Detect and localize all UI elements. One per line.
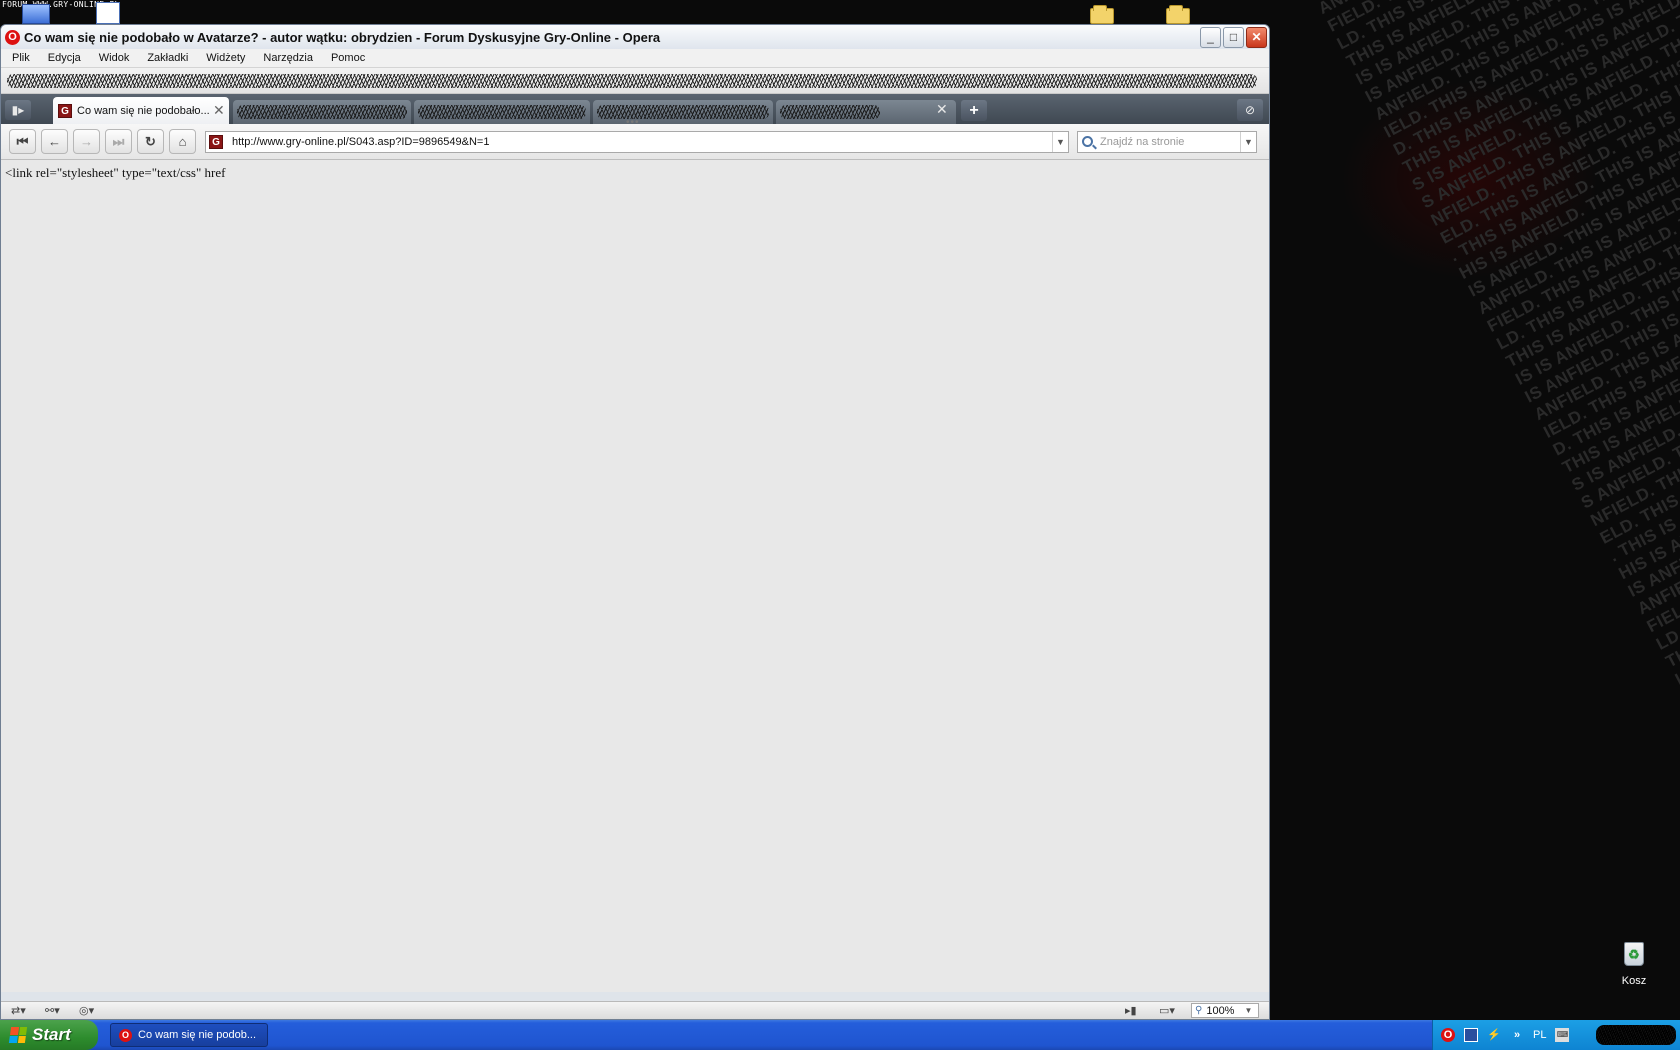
redaction-scribble — [597, 105, 769, 119]
tab-background-redacted[interactable] — [414, 100, 590, 124]
browser-window: O Co wam się nie podobało w Avatarze? - … — [0, 24, 1270, 1020]
window-title: Co wam się nie podobało w Avatarze? - au… — [24, 29, 661, 45]
address-dropdown-icon[interactable]: ▼ — [1052, 131, 1068, 152]
menu-pomoc[interactable]: Pomoc — [331, 52, 365, 64]
zoom-control[interactable]: ⚲ 100% ▼ — [1191, 1003, 1259, 1018]
system-tray: O ⚡ » PL ⌨ — [1432, 1020, 1680, 1050]
zoom-dropdown-icon[interactable]: ▼ — [1244, 1006, 1252, 1015]
view-mode-icon[interactable]: ▭▾ — [1159, 1004, 1175, 1017]
close-button[interactable]: ✕ — [1246, 27, 1267, 48]
recycle-arrow-icon: ♻ — [1628, 947, 1640, 962]
search-input[interactable]: Znajdź na stronie ▼ — [1077, 130, 1257, 153]
menu-narzedzia[interactable]: Narzędzia — [263, 52, 313, 64]
redaction-scribble — [237, 105, 407, 119]
page-content: <link rel="stylesheet" type="text/css" h… — [1, 160, 1269, 992]
fast-forward-button[interactable]: ⏭ — [105, 129, 132, 154]
rewind-button[interactable]: ⏮ — [9, 129, 36, 154]
tab-bar: ▮▸ G Co wam się nie podobało... ✕ ✕ + ⊘ … — [1, 94, 1269, 128]
search-icon — [1082, 136, 1093, 147]
menu-widok[interactable]: Widok — [99, 52, 130, 64]
recycle-bin-icon[interactable]: ♻ — [1618, 938, 1650, 970]
bookmarks-bar-redacted[interactable] — [1, 68, 1269, 94]
folder-icon[interactable] — [1090, 5, 1114, 24]
zoom-icon: ⚲ — [1195, 1005, 1203, 1016]
taskbar: Start O Co wam się nie podob... O ⚡ » PL… — [0, 1020, 1680, 1050]
unite-icon[interactable]: ⚯▾ — [45, 1004, 60, 1017]
gry-online-favicon-icon: G — [58, 103, 72, 118]
wand-icon[interactable]: ⚡ — [1487, 1028, 1501, 1042]
menu-zakladki[interactable]: Zakładki — [147, 52, 188, 64]
minimize-button[interactable]: _ — [1200, 27, 1221, 48]
opera-tray-icon[interactable]: O — [1441, 1028, 1455, 1042]
search-placeholder: Znajdź na stronie — [1100, 135, 1185, 148]
tab-close-icon[interactable]: ✕ — [213, 102, 225, 119]
tab-bar-resize-grip[interactable]: ••• — [626, 117, 640, 128]
redaction-scribble — [7, 74, 1257, 88]
menu-widzety[interactable]: Widżety — [206, 52, 245, 64]
tab-background-redacted[interactable] — [233, 100, 411, 124]
page-raw-text: <link rel="stylesheet" type="text/css" h… — [5, 165, 226, 180]
tab-active[interactable]: G Co wam się nie podobało... ✕ — [53, 97, 229, 124]
address-field[interactable]: G http://www.gry-online.pl/S043.asp?ID=9… — [205, 130, 1069, 153]
desktop-shortcut-icon[interactable] — [22, 4, 50, 24]
closed-tabs-trash-icon[interactable]: ⊘ — [1237, 99, 1263, 121]
folder-icon[interactable] — [1166, 5, 1190, 24]
redaction-scribble — [418, 105, 586, 119]
panel-layout-icon[interactable]: ▸▮ — [1125, 1004, 1137, 1017]
maximize-button[interactable]: □ — [1223, 27, 1244, 48]
start-button[interactable]: Start — [0, 1020, 98, 1050]
tab-background-redacted[interactable] — [776, 100, 956, 124]
search-engine-dropdown-icon[interactable]: ▼ — [1240, 131, 1256, 152]
address-url[interactable]: http://www.gry-online.pl/S043.asp?ID=989… — [232, 136, 489, 148]
back-button[interactable]: ← — [41, 129, 68, 154]
opera-logo-icon: O — [119, 1028, 132, 1042]
opera-logo-icon: O — [5, 29, 20, 45]
turbo-icon[interactable]: ◎▾ — [79, 1004, 94, 1017]
reload-button[interactable]: ↻ — [137, 129, 164, 154]
language-indicator[interactable]: PL — [1533, 1029, 1546, 1041]
navigation-bar: ⏮ ← → ⏭ ↻ ⌂ G http://www.gry-online.pl/S… — [1, 124, 1269, 160]
sync-icon[interactable]: ⇄▾ — [11, 1004, 26, 1017]
forward-button[interactable]: → — [73, 129, 100, 154]
redaction-scribble — [780, 105, 880, 119]
taskbar-opera-label: Co wam się nie podob... — [138, 1029, 257, 1041]
tab-close-icon[interactable]: ✕ — [936, 101, 948, 118]
start-label: Start — [32, 1025, 71, 1044]
gry-online-favicon-icon: G — [209, 134, 223, 149]
wallpaper-text-pattern: THIS IS ANFIELD. THIS IS ANFIELD. THIS I… — [1306, 0, 1680, 690]
word-document-icon[interactable] — [96, 2, 120, 24]
tab-label: Co wam się nie podobało... — [77, 104, 209, 117]
panel-toggle-icon[interactable]: ▮▸ — [5, 100, 31, 120]
menu-bar: Plik Edycja Widok Zakładki Widżety Narzę… — [1, 49, 1269, 68]
zoom-value: 100% — [1206, 1004, 1235, 1017]
title-bar[interactable]: O Co wam się nie podobało w Avatarze? - … — [1, 25, 1269, 49]
new-tab-button[interactable]: + — [961, 100, 987, 121]
tab-background-redacted[interactable] — [593, 100, 773, 124]
taskbar-opera-button[interactable]: O Co wam się nie podob... — [110, 1023, 268, 1047]
menu-plik[interactable]: Plik — [12, 52, 30, 64]
windows-logo-icon — [8, 1027, 28, 1043]
keyboard-icon[interactable]: ⌨ — [1555, 1028, 1570, 1042]
chevron-expand-icon[interactable]: » — [1510, 1028, 1524, 1042]
clock-redacted — [1596, 1025, 1676, 1045]
recycle-bin-label: Kosz — [1621, 975, 1647, 987]
home-button[interactable]: ⌂ — [169, 129, 196, 154]
floppy-disk-icon[interactable] — [1464, 1028, 1478, 1042]
status-bar: ⇄▾ ⚯▾ ◎▾ ▸▮ ▭▾ ⚲ 100% ▼ — [1, 1001, 1269, 1019]
menu-edycja[interactable]: Edycja — [48, 52, 81, 64]
